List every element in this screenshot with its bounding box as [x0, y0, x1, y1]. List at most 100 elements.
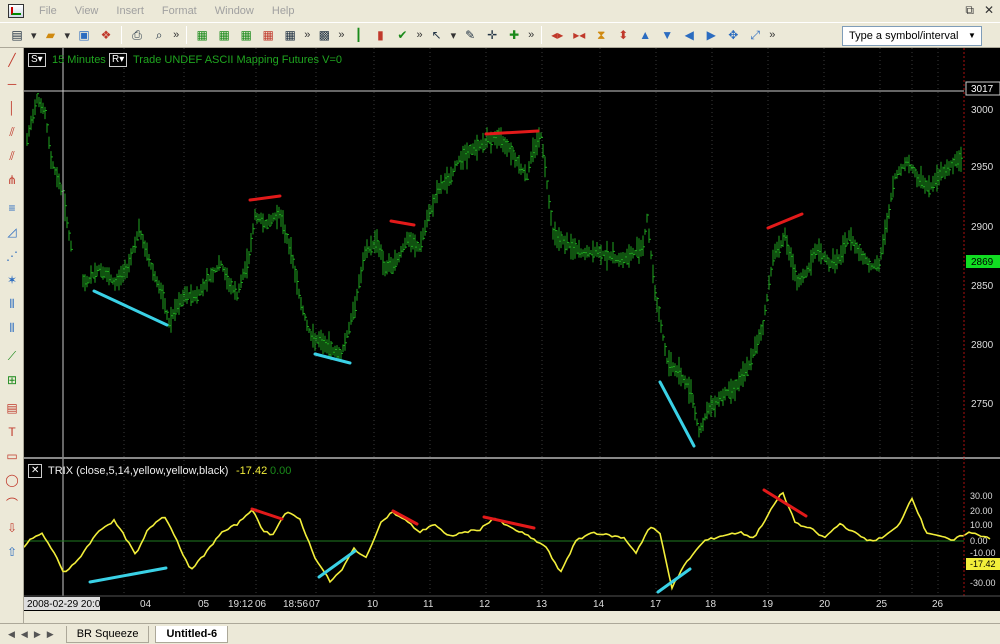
hourglass-icon[interactable]: ⧗	[592, 26, 610, 44]
menu-help[interactable]: Help	[263, 5, 304, 17]
chevron-down-icon[interactable]: ▾	[31, 29, 37, 42]
menu-view[interactable]: View	[66, 5, 108, 17]
down-arrow-tool-icon[interactable]: ⇩	[4, 520, 20, 536]
print-preview-icon[interactable]: ⌕	[150, 26, 168, 44]
save-icon[interactable]: ▣	[75, 26, 93, 44]
scanner-icon[interactable]: ▦	[281, 26, 299, 44]
time-axis-label: 26	[932, 599, 944, 610]
more-chevron-icon[interactable]: »	[173, 29, 179, 41]
time-axis: 2008-02-29 20:00 04 05 19:12 06 18:56 07…	[24, 595, 1000, 611]
time-axis-label: 17	[650, 599, 662, 610]
chart-window-icon[interactable]: ▦	[193, 26, 211, 44]
new-document-icon[interactable]: ▤	[8, 26, 26, 44]
trendline-tool-icon[interactable]: ╱	[4, 52, 20, 68]
rectangle-tool-icon[interactable]: ▭	[4, 448, 20, 464]
trix-value-badge-text: -17.42	[970, 559, 996, 569]
chart-window[interactable]: 3000 2950 2900 2850 2800 2750 3017 2869	[24, 48, 1000, 611]
option-station-icon[interactable]: ▦	[259, 26, 277, 44]
chart-canvas[interactable]: 3000 2950 2900 2850 2800 2750 3017 2869	[24, 48, 1000, 611]
symbol-settings-button[interactable]: S▾	[28, 53, 46, 67]
menu-bar: File View Insert Format Window Help ⧉ ✕	[0, 0, 1000, 22]
parallel-lines-tool-icon[interactable]: ⫽	[4, 148, 20, 164]
restore-window-icon[interactable]: ⧉	[965, 3, 974, 18]
interval-label: 15 Minutes	[52, 54, 106, 66]
fibonacci-fan-tool-icon[interactable]: ◿	[4, 224, 20, 240]
menu-window[interactable]: Window	[206, 5, 263, 17]
scroll-up-icon[interactable]: ▲	[636, 26, 654, 44]
vertical-line-tool-icon[interactable]: │	[4, 100, 20, 116]
scale-range-icon[interactable]: ⬍	[614, 26, 632, 44]
zoom-out-icon[interactable]: ▸◂	[570, 26, 588, 44]
pointer-icon[interactable]: ↖	[428, 26, 446, 44]
table-tool-icon[interactable]: ▤	[4, 400, 20, 416]
regression-tool-icon[interactable]: ⟋	[4, 348, 20, 364]
close-window-icon[interactable]: ✕	[984, 3, 994, 18]
tab-navigation-icon[interactable]: ◀◀▶▶	[8, 629, 60, 640]
trix-title: TRIX (close,5,14,yellow,yellow,black)	[48, 465, 229, 477]
ellipse-tool-icon[interactable]: ◯	[4, 472, 20, 488]
data-range-button[interactable]: R▾	[109, 53, 128, 67]
time-axis-label: 14	[593, 599, 605, 610]
open-folder-icon[interactable]: ▰	[42, 26, 60, 44]
toolbar-separator	[186, 26, 188, 44]
arc-tool-icon[interactable]: ⌒	[4, 496, 20, 512]
time-axis-background	[24, 596, 1000, 611]
drawing-object-icon[interactable]: ✚	[505, 26, 523, 44]
trix-panel: 30.00 20.00 10.00 0.00 -10.00 -20.00 -30…	[24, 458, 1000, 596]
time-zones-tool-icon[interactable]: ⦀	[4, 296, 20, 312]
menu-file[interactable]: File	[30, 5, 66, 17]
pitchfork-tool-icon[interactable]: ⋔	[4, 172, 20, 188]
trix-axis-label: 30.00	[970, 491, 993, 501]
candlestick-style-icon[interactable]: ▮	[371, 26, 389, 44]
scroll-left-icon[interactable]: ◀	[680, 26, 698, 44]
time-axis-label: 04	[140, 599, 152, 610]
trix-axis-label: 10.00	[970, 520, 993, 530]
trading-app-window: File View Insert Format Window Help ⧉ ✕ …	[0, 0, 1000, 644]
bullish-divergence-line	[88, 566, 168, 584]
speed-lines-tool-icon[interactable]: ⋰	[4, 248, 20, 264]
chevron-down-icon[interactable]: ▾	[65, 29, 71, 42]
price-axis-label: 2850	[971, 281, 994, 292]
cycle-lines-tool-icon[interactable]: ⫴	[4, 320, 20, 336]
chevron-down-icon[interactable]: ▾	[451, 29, 457, 42]
insert-study-icon[interactable]: ▩	[315, 26, 333, 44]
bearish-divergence-line	[248, 194, 282, 202]
text-tool-icon[interactable]: T	[4, 424, 20, 440]
bar-chart-style-icon[interactable]: ┃	[349, 26, 367, 44]
checkmark-icon[interactable]: ✔	[393, 26, 411, 44]
scroll-down-icon[interactable]: ▼	[658, 26, 676, 44]
zoom-in-icon[interactable]: ◂▸	[548, 26, 566, 44]
up-arrow-tool-icon[interactable]: ⇧	[4, 544, 20, 560]
channel-tool-icon[interactable]: ⫽	[4, 124, 20, 140]
fibonacci-retracement-tool-icon[interactable]: ≡	[4, 200, 20, 216]
tab-untitled-6[interactable]: Untitled-6	[155, 625, 229, 643]
symbol-input[interactable]: Type a symbol/interval ▼	[842, 26, 982, 46]
expand-icon[interactable]: ✥	[724, 26, 742, 44]
fit-screen-icon[interactable]: ⤢	[746, 26, 764, 44]
tab-br-squeeze[interactable]: BR Squeeze	[65, 625, 150, 643]
more-chevron-icon[interactable]: »	[416, 29, 422, 41]
more-chevron-icon[interactable]: »	[304, 29, 310, 41]
more-chevron-icon[interactable]: »	[338, 29, 344, 41]
crosshair-icon[interactable]: ✛	[483, 26, 501, 44]
print-icon[interactable]: ⎙	[128, 26, 146, 44]
trix-axis-label: 0.00	[970, 536, 988, 546]
scroll-right-icon[interactable]: ▶	[702, 26, 720, 44]
chevron-down-icon[interactable]: ▼	[965, 29, 979, 43]
close-study-icon[interactable]: ✕	[28, 464, 42, 478]
grid-tool-icon[interactable]: ⊞	[4, 372, 20, 388]
matrix-icon[interactable]: ▦	[237, 26, 255, 44]
menu-format[interactable]: Format	[153, 5, 206, 17]
gann-fan-tool-icon[interactable]: ✶	[4, 272, 20, 288]
text-note-icon[interactable]: ✎	[461, 26, 479, 44]
more-chevron-icon[interactable]: »	[528, 29, 534, 41]
time-axis-label: 06	[255, 599, 267, 610]
menu-insert[interactable]: Insert	[107, 5, 153, 17]
time-axis-label: 12	[479, 599, 491, 610]
toolbar: ▤ ▾ ▰ ▾ ▣ ❖ ⎙ ⌕ » ▦ ▦ ▦ ▦ ▦ » ▩ » ┃ ▮ ✔ …	[0, 22, 1000, 48]
symbol-info: Trade UNDEF ASCII Mapping Futures V=0	[133, 54, 342, 66]
more-chevron-icon[interactable]: »	[769, 29, 775, 41]
radar-screen-icon[interactable]: ▦	[215, 26, 233, 44]
horizontal-line-tool-icon[interactable]: ─	[4, 76, 20, 92]
workspace-icon[interactable]: ❖	[97, 26, 115, 44]
